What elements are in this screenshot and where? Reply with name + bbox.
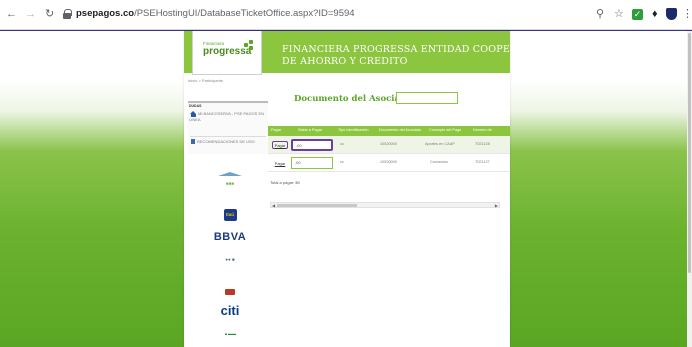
scroll-right-icon[interactable]: ▶ bbox=[495, 203, 498, 208]
horizontal-scrollbar[interactable]: ◀ ▶ bbox=[270, 202, 500, 208]
table-header: Pagar Saldo a Pagar Tipo Identificación … bbox=[268, 126, 510, 136]
bank-logo-2: ■■■ bbox=[225, 181, 235, 186]
bank-logo-5: ●● ■ bbox=[225, 257, 235, 262]
bank-logo-citi: citi bbox=[220, 303, 240, 318]
table-row: Pagar ,00 cc 10520000 Convenios T021127 bbox=[268, 154, 510, 172]
column-header: Tipo Identificación bbox=[338, 128, 369, 132]
total-to-pay: Total a pagar: $0 bbox=[270, 180, 300, 185]
address-bar[interactable]: psepagos.co/PSEHostingUI/DatabaseTicketO… bbox=[76, 8, 355, 19]
column-header: Documento del Asociado bbox=[379, 128, 422, 132]
cell-document: 10520000 bbox=[380, 142, 397, 146]
breadcrumb[interactable]: Inicio > Participante bbox=[188, 78, 223, 83]
header-title-line-1: FINANCIERA PROGRESSA ENTIDAD COOPERATIA bbox=[282, 44, 510, 55]
reload-icon[interactable]: ↻ bbox=[45, 8, 54, 20]
cell-concept: Aportes en CAAP bbox=[425, 142, 455, 146]
logo: Financiera progressa bbox=[192, 31, 262, 75]
column-header: Pagar bbox=[271, 128, 282, 132]
sidebar-link-recommendations[interactable]: RECOMENDACIONES DE USO bbox=[197, 139, 255, 144]
sidebar-link-pse[interactable]: MI BANCOSERVA - PSE PAGOS EN LINEA bbox=[189, 111, 265, 122]
bank-logo-8: ▲▬▬ bbox=[224, 331, 236, 336]
bank-logo-itau: Itaú bbox=[192, 203, 268, 221]
extension-puzzle-icon[interactable]: ♦ bbox=[652, 8, 658, 20]
cell-document: 10520000 bbox=[380, 160, 397, 164]
bookmark-star-icon[interactable]: ☆ bbox=[614, 8, 624, 20]
document-icon bbox=[191, 139, 195, 144]
forward-arrow-icon[interactable]: → bbox=[25, 8, 36, 20]
sidebar: DUDAS MI BANCOSERVA - PSE PAGOS EN LINEA… bbox=[188, 101, 268, 154]
zoom-icon[interactable]: ⚲ bbox=[596, 8, 604, 20]
site-header: Financiera progressa FINANCIERA PROGRESS… bbox=[184, 31, 510, 75]
profile-shield-icon[interactable] bbox=[666, 8, 677, 20]
cell-concept: Convenios bbox=[430, 160, 448, 164]
column-header: Concepto del Pago bbox=[429, 128, 462, 132]
page-container: Financiera progressa FINANCIERA PROGRESS… bbox=[184, 31, 510, 347]
cell-id-type: cc bbox=[340, 142, 344, 146]
url-path: /PSEHostingUI/DatabaseTicketOffice.aspx?… bbox=[134, 8, 355, 19]
bank-logo-1 bbox=[192, 163, 268, 181]
scrollbar-thumb[interactable] bbox=[688, 33, 691, 273]
horizontal-scrollbar-thumb[interactable] bbox=[277, 204, 357, 207]
header-title-line-2: DE AHORRO Y CREDITO bbox=[282, 56, 408, 67]
document-input[interactable] bbox=[396, 92, 458, 104]
extension-check-icon[interactable]: ✓ bbox=[632, 9, 643, 20]
sidebar-divider bbox=[190, 136, 266, 137]
scroll-left-icon[interactable]: ◀ bbox=[272, 203, 275, 208]
back-arrow-icon[interactable]: ← bbox=[6, 8, 17, 20]
pay-button[interactable]: Pagar bbox=[272, 159, 288, 167]
cell-number: T021128 bbox=[475, 142, 490, 146]
url-host: psepagos.co bbox=[76, 8, 135, 19]
logo-mark-icon bbox=[244, 40, 254, 50]
vertical-scrollbar[interactable] bbox=[687, 31, 692, 347]
bank-logo-6 bbox=[192, 282, 268, 300]
cell-number: T021127 bbox=[475, 160, 490, 164]
sidebar-title: DUDAS bbox=[189, 104, 202, 108]
browser-toolbar: ← → ↻ psepagos.co/PSEHostingUI/DatabaseT… bbox=[0, 0, 692, 30]
column-header: Saldo a Pagar bbox=[298, 128, 323, 132]
cell-id-type: cc bbox=[340, 160, 344, 164]
menu-kebab-icon[interactable]: ⋮ bbox=[682, 8, 692, 20]
bank-logo-bbva: BBVA bbox=[213, 231, 247, 243]
amount-input[interactable]: ,00 bbox=[291, 157, 333, 169]
pay-button[interactable]: Pagar bbox=[272, 141, 288, 149]
column-header: Número de bbox=[473, 128, 492, 132]
table-row: Pagar ,00 cc 10520000 Aportes en CAAP T0… bbox=[268, 136, 510, 154]
document-title: Documento del Asociado bbox=[294, 94, 412, 104]
amount-input[interactable]: ,00 bbox=[291, 139, 333, 151]
lock-icon bbox=[63, 9, 72, 19]
